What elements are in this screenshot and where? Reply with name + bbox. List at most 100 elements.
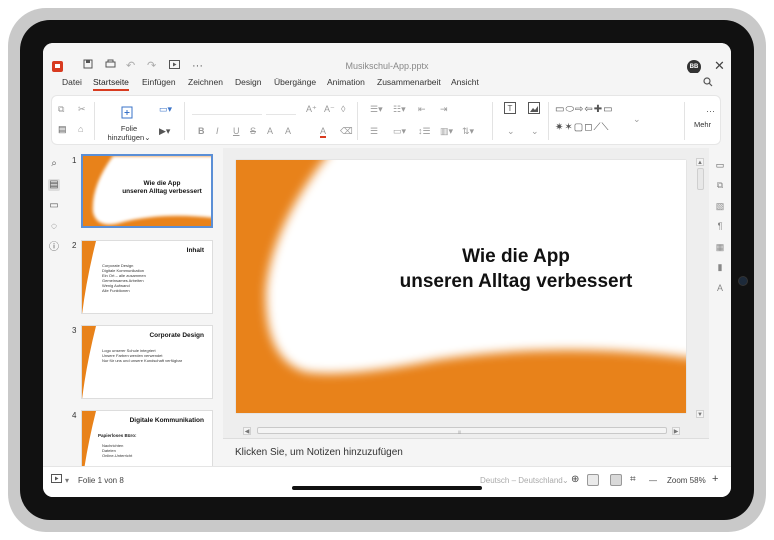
slide-number: 3 [72, 326, 77, 335]
chat-icon[interactable]: ◌ [48, 221, 60, 233]
bullet-list-icon[interactable]: ☰▾ [370, 104, 383, 114]
columns-icon[interactable]: ▥▾ [440, 126, 453, 136]
slide-thumbnail[interactable]: Corporate Design Logo unserer Schule int… [81, 325, 213, 399]
tab-einfuegen[interactable]: Einfügen [142, 77, 176, 87]
bold-button[interactable]: B [198, 126, 205, 136]
tab-datei[interactable]: Datei [62, 77, 82, 87]
tab-startseite[interactable]: Startseite [93, 77, 129, 91]
chevron-down-icon[interactable]: ⌄ [531, 126, 539, 136]
scroll-up-icon[interactable]: ▲ [696, 158, 704, 166]
chevron-down-icon[interactable]: ⌄ [562, 476, 569, 485]
shapes-expand-icon[interactable]: ⌄ [633, 114, 641, 124]
layout-icon[interactable]: ▭▾ [159, 104, 172, 114]
slide-number: 4 [72, 411, 77, 420]
scroll-grip-icon: ||| [458, 429, 462, 434]
tab-zusammenarbeit[interactable]: Zusammenarbeit [377, 77, 441, 87]
tab-ansicht[interactable]: Ansicht [451, 77, 479, 87]
strikethrough-button[interactable]: S [250, 126, 256, 136]
ribbon-divider [548, 102, 549, 140]
tab-uebergaenge[interactable]: Übergänge [274, 77, 316, 87]
spellcheck-icon[interactable] [587, 474, 599, 486]
increase-indent-icon[interactable]: ⇥ [440, 104, 448, 114]
tab-animation[interactable]: Animation [327, 77, 365, 87]
align-center-icon[interactable]: ▭▾ [393, 126, 406, 136]
numbered-list-icon[interactable]: ☷▾ [393, 104, 406, 114]
font-color-button[interactable]: A [320, 126, 327, 138]
slide-number: 1 [72, 156, 77, 165]
home-indicator[interactable] [292, 486, 482, 490]
slide-layout-icon[interactable]: ▭ [714, 159, 726, 171]
slides-icon[interactable]: ▤ [48, 179, 60, 191]
font-family-select[interactable] [192, 104, 262, 115]
text-direction-icon[interactable]: ⇅▾ [462, 126, 474, 136]
table-icon[interactable]: ▦ [714, 241, 726, 253]
copy-icon[interactable]: ⧉ [58, 104, 64, 114]
slide-thumbnail[interactable]: Inhalt Corporate Design Digitale Kommuni… [81, 240, 213, 314]
tab-zeichnen[interactable]: Zeichnen [188, 77, 223, 87]
paste-icon[interactable]: ▤ [58, 124, 67, 134]
horizontal-scrollbar[interactable]: ||| [257, 427, 667, 434]
image-icon[interactable]: ▧ [714, 200, 726, 212]
current-slide[interactable]: Wie die App unseren Alltag verbessert [236, 160, 686, 413]
transform-icon[interactable]: ⧉ [714, 179, 726, 191]
eraser-icon[interactable]: ⌫ [340, 126, 353, 136]
italic-button[interactable]: I [216, 126, 219, 136]
format-painter-icon[interactable]: ⌂ [78, 124, 83, 134]
shrink-font-icon[interactable]: A⁻ [324, 104, 335, 114]
more-icon[interactable]: ··· [706, 106, 715, 116]
fit-slide-icon[interactable]: ⌗ [630, 474, 636, 485]
slideshow-icon[interactable]: ▶▾ [159, 126, 170, 136]
slide-thumbnail-panel: 1 Wie die App unseren Alltag verbessert … [65, 148, 223, 466]
chart-icon[interactable]: ▮ [714, 261, 726, 273]
vertical-scroll-thumb[interactable] [697, 168, 704, 190]
notes-pane[interactable]: Klicken Sie, um Notizen hinzuzufügen [223, 438, 709, 466]
chevron-down-icon[interactable]: ▾ [65, 476, 69, 485]
scroll-right-icon[interactable]: ▶ [672, 427, 680, 435]
shapes-gallery-row2[interactable]: ✷✶▢◻⟋⟍ [555, 123, 610, 133]
cut-icon[interactable]: ✂ [78, 104, 86, 114]
clear-format-icon[interactable]: ◊ [341, 104, 345, 114]
zoom-out-button[interactable]: — [649, 476, 657, 485]
chevron-down-icon[interactable]: ⌄ [507, 126, 515, 136]
search-icon[interactable]: ⌕ [48, 158, 60, 170]
slide-title[interactable]: Wie die App unseren Alltag verbessert [356, 244, 676, 294]
scroll-down-icon[interactable]: ▼ [696, 410, 704, 418]
ribbon-divider [684, 102, 685, 140]
search-icon[interactable] [703, 77, 713, 90]
slideshow-icon[interactable] [51, 474, 62, 485]
user-avatar[interactable]: BB [687, 60, 701, 74]
text-box-icon[interactable]: T [504, 102, 516, 116]
globe-icon[interactable]: ⊕ [571, 474, 579, 485]
tab-design[interactable]: Design [235, 77, 261, 87]
scroll-left-icon[interactable]: ◀ [243, 427, 251, 435]
more-button-label[interactable]: Mehr [694, 120, 711, 129]
thumbnail-title: Wie die App unseren Alltag verbessert [122, 180, 202, 195]
picture-icon[interactable] [528, 102, 540, 116]
language-selector[interactable]: Deutsch – Deutschland [480, 476, 563, 485]
font-size-select[interactable] [266, 104, 296, 115]
vertical-scrollbar[interactable]: ▲ ▼ [696, 158, 704, 418]
grow-font-icon[interactable]: A⁺ [306, 104, 317, 114]
shapes-gallery-row1[interactable]: ▭⬭⇨⇦✚▭ [555, 105, 614, 115]
normal-view-icon[interactable] [610, 474, 622, 486]
line-spacing-icon[interactable]: ↕☰ [418, 126, 431, 136]
underline-button[interactable]: U [233, 126, 240, 136]
zoom-level[interactable]: Zoom 58% [667, 476, 706, 485]
superscript-button[interactable]: A [267, 126, 273, 136]
slide-thumbnail[interactable]: Digitale Kommunikation Papierloses Büro:… [81, 410, 213, 466]
comment-icon[interactable]: ▭ [48, 200, 60, 212]
decrease-indent-icon[interactable]: ⇤ [418, 104, 426, 114]
ribbon: ⧉ ✂ ▤ ⌂ Folie hinzufügen⌄ ▭▾ ▶▾ A⁺ A⁻ ◊ … [43, 93, 731, 148]
highlight-button[interactable]: A [285, 126, 291, 136]
slide-thumbnail[interactable]: Wie die App unseren Alltag verbessert [81, 154, 213, 228]
camera-icon [738, 276, 748, 286]
new-slide-button[interactable]: Folie hinzufügen⌄ [104, 124, 154, 142]
close-icon[interactable]: ✕ [714, 58, 725, 74]
text-art-icon[interactable]: A [714, 282, 726, 294]
notes-placeholder[interactable]: Klicken Sie, um Notizen hinzuzufügen [235, 447, 403, 458]
align-left-icon[interactable]: ☰ [370, 126, 378, 136]
info-icon[interactable]: ⓘ [48, 242, 60, 254]
new-slide-icon[interactable] [121, 106, 133, 121]
paragraph-icon[interactable]: ¶ [714, 220, 726, 232]
zoom-in-button[interactable]: + [712, 473, 718, 485]
